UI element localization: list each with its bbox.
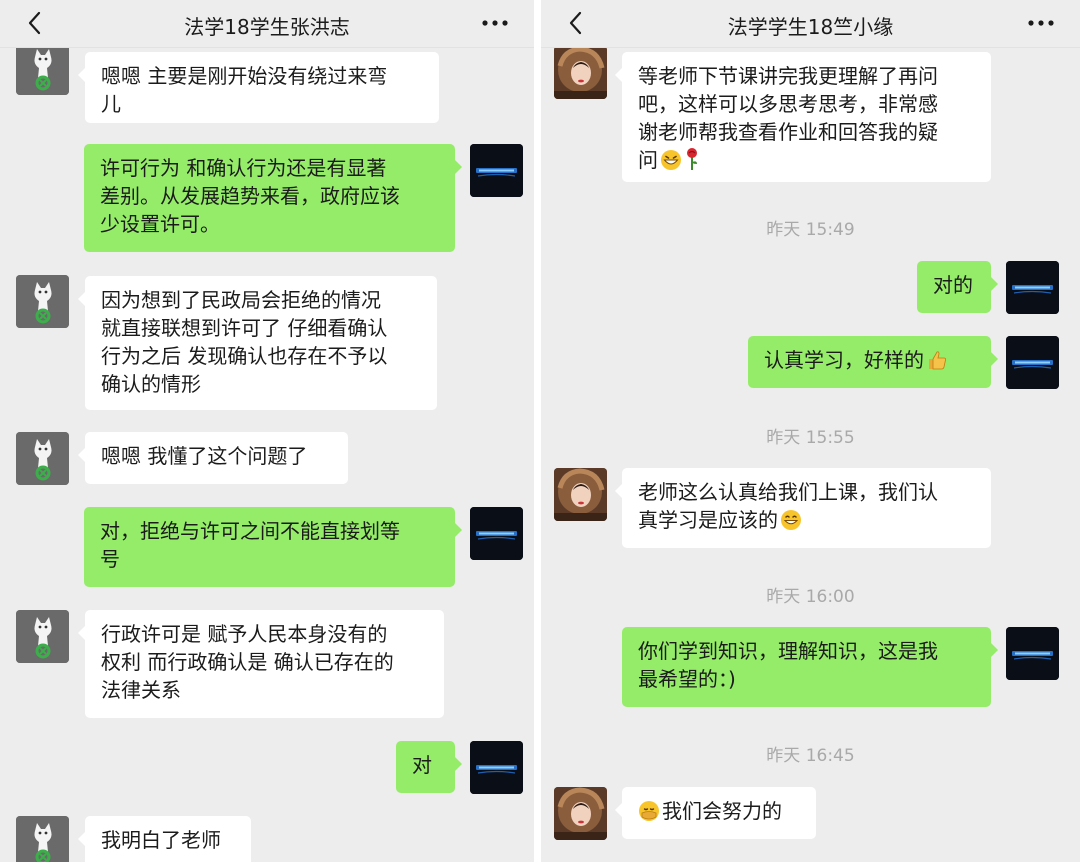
night-logo-avatar[interactable] bbox=[1006, 261, 1059, 314]
message-text: 真学习是应该的 bbox=[638, 508, 778, 532]
message-bubble[interactable]: 行政许可是 赋予人民本身没有的 权利 而行政确认是 确认已存在的 法律关系 bbox=[78, 610, 444, 718]
fur-hood-avatar[interactable] bbox=[554, 46, 607, 99]
message-bubble[interactable]: 因为想到了民政局会拒绝的情况 就直接联想到许可了 仔细看确认 行为之后 发现确认… bbox=[78, 276, 437, 410]
message-line: 吧，这样可以多思考思考，非常感 bbox=[638, 92, 938, 116]
timestamp: 昨天 15:49 bbox=[766, 220, 855, 240]
more-options-button[interactable] bbox=[1026, 10, 1056, 36]
timestamp: 昨天 15:55 bbox=[766, 428, 855, 448]
message-line: 老师这么认真给我们上课，我们认 bbox=[638, 480, 938, 504]
chat-header: 法学学生18竺小缘 bbox=[541, 0, 1080, 48]
message-line: 确认的情形 bbox=[101, 372, 201, 396]
left-chat-window: 法学18学生张洪志 嗯嗯 主要是刚开始没有绕过来弯 儿 许可行为 和确认行为还是… bbox=[0, 0, 534, 862]
message-line: 就直接联想到许可了 仔细看确认 bbox=[101, 316, 388, 340]
message-line: 嗯嗯 我懂了这个问题了 bbox=[101, 444, 308, 468]
night-logo-avatar[interactable] bbox=[470, 507, 523, 560]
message-line: 儿 bbox=[101, 92, 121, 116]
chat-title: 法学18学生张洪志 bbox=[184, 15, 350, 39]
message-line: 真学习是应该的 bbox=[638, 506, 975, 534]
message-text: 我们会努力的 bbox=[662, 799, 782, 823]
message-bubble[interactable]: 对的 bbox=[917, 261, 998, 313]
chat-header: 法学18学生张洪志 bbox=[0, 0, 534, 48]
message-line: 权利 而行政确认是 确认已存在的 bbox=[101, 650, 394, 674]
cat-avatar[interactable] bbox=[16, 42, 69, 95]
message-line: 因为想到了民政局会拒绝的情况 bbox=[101, 288, 381, 312]
night-logo-avatar[interactable] bbox=[1006, 336, 1059, 389]
night-logo-avatar[interactable] bbox=[1006, 627, 1059, 680]
cat-avatar[interactable] bbox=[16, 816, 69, 862]
smile-emoji-icon bbox=[780, 509, 802, 531]
message-line: 我明白了老师 bbox=[101, 828, 221, 852]
back-button[interactable] bbox=[20, 8, 50, 38]
message-bubble[interactable]: 我明白了老师 bbox=[78, 816, 251, 862]
more-dots-icon bbox=[1026, 10, 1056, 36]
back-button[interactable] bbox=[561, 8, 591, 38]
message-line: 差别。从发展趋势来看，政府应该 bbox=[100, 184, 400, 208]
message-line: 你们学到知识，理解知识，这是我 bbox=[638, 639, 938, 663]
message-bubble[interactable]: 你们学到知识，理解知识，这是我 最希望的：) bbox=[622, 627, 998, 707]
grin-emoji-icon bbox=[660, 149, 682, 171]
night-logo-avatar[interactable] bbox=[470, 741, 523, 794]
message-line: 对 bbox=[412, 753, 432, 777]
fur-hood-avatar[interactable] bbox=[554, 468, 607, 521]
message-line: 少设置许可。 bbox=[100, 212, 220, 236]
message-bubble[interactable]: 嗯嗯 我懂了这个问题了 bbox=[78, 432, 348, 484]
chat-title: 法学学生18竺小缘 bbox=[727, 15, 894, 39]
rose-emoji-icon bbox=[684, 147, 700, 171]
chevron-left-icon bbox=[561, 8, 591, 38]
message-line: 号 bbox=[100, 547, 120, 571]
night-logo-avatar[interactable] bbox=[470, 144, 523, 197]
message-line: 最希望的：) bbox=[638, 667, 736, 691]
message-line: 行为之后 发现确认也存在不予以 bbox=[101, 344, 388, 368]
message-bubble[interactable]: 老师这么认真给我们上课，我们认 真学习是应该的 bbox=[615, 468, 991, 548]
fur-hood-avatar[interactable] bbox=[554, 787, 607, 840]
message-line: 法律关系 bbox=[101, 678, 181, 702]
more-options-button[interactable] bbox=[480, 10, 510, 36]
message-line: 许可行为 和确认行为还是有显著 bbox=[100, 156, 387, 180]
message-line: 我们会努力的 bbox=[638, 797, 800, 825]
message-line: 嗯嗯 主要是刚开始没有绕过来弯 bbox=[101, 64, 388, 88]
more-dots-icon bbox=[480, 10, 510, 36]
message-bubble[interactable]: 认真学习，好样的 bbox=[748, 336, 998, 388]
message-line: 问 bbox=[638, 146, 975, 174]
message-bubble[interactable]: 对 bbox=[396, 741, 462, 793]
timestamp: 昨天 16:00 bbox=[766, 587, 855, 607]
message-bubble[interactable]: 嗯嗯 主要是刚开始没有绕过来弯 儿 bbox=[78, 52, 439, 123]
message-bubble[interactable]: 对，拒绝与许可之间不能直接划等 号 bbox=[84, 507, 462, 587]
message-line: 行政许可是 赋予人民本身没有的 bbox=[101, 622, 388, 646]
message-bubble[interactable]: 我们会努力的 bbox=[615, 787, 816, 839]
message-bubble[interactable]: 许可行为 和确认行为还是有显著 差别。从发展趋势来看，政府应该 少设置许可。 bbox=[84, 144, 462, 252]
timestamp: 昨天 16:45 bbox=[766, 746, 855, 766]
message-line: 认真学习，好样的 bbox=[764, 346, 975, 374]
cat-avatar[interactable] bbox=[16, 275, 69, 328]
right-chat-window: 法学学生18竺小缘 等老师下节课讲完我更理解了再问 吧，这样可以多思考思考，非常… bbox=[541, 0, 1080, 862]
message-line: 对，拒绝与许可之间不能直接划等 bbox=[100, 519, 400, 543]
chevron-left-icon bbox=[20, 8, 50, 38]
cat-avatar[interactable] bbox=[16, 432, 69, 485]
facepalm-emoji-icon bbox=[638, 800, 660, 822]
message-line: 谢老师帮我查看作业和回答我的疑 bbox=[638, 120, 938, 144]
message-line: 对的 bbox=[933, 273, 973, 297]
cat-avatar[interactable] bbox=[16, 610, 69, 663]
message-bubble[interactable]: 等老师下节课讲完我更理解了再问 吧，这样可以多思考思考，非常感 谢老师帮我查看作… bbox=[615, 52, 991, 182]
thumbs-up-emoji-icon bbox=[926, 349, 948, 371]
message-line: 等老师下节课讲完我更理解了再问 bbox=[638, 64, 938, 88]
message-text: 认真学习，好样的 bbox=[764, 348, 924, 372]
message-text: 问 bbox=[638, 148, 658, 172]
